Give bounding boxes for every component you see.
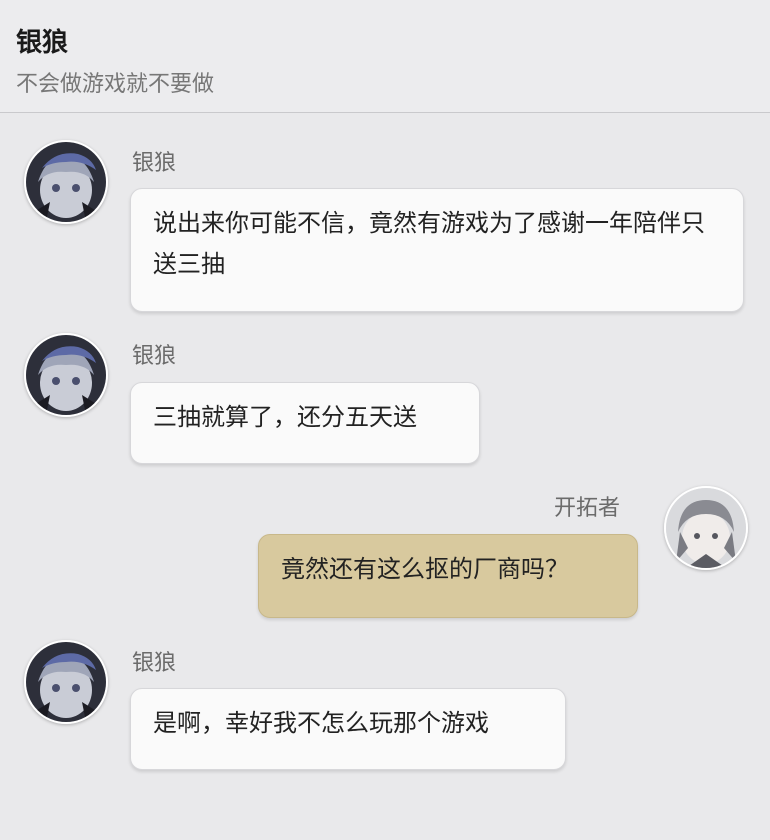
message-sender: 开拓者 (554, 496, 621, 521)
message-sender: 银狼 (132, 651, 177, 676)
silver-wolf-avatar-icon[interactable] (24, 333, 108, 417)
message-bubble[interactable]: 说出来你可能不信，竟然有游戏为了感谢一年陪伴只送三抽 (130, 188, 744, 312)
message-bubble[interactable]: 三抽就算了，还分五天送 (130, 382, 480, 464)
silver-wolf-avatar-icon[interactable] (24, 640, 108, 724)
message-sender: 银狼 (132, 344, 177, 369)
chat-header: 银狼 不会做游戏就不要做 (0, 0, 770, 113)
chat-subtitle: 不会做游戏就不要做 (16, 72, 215, 97)
chat-title: 银狼 (16, 28, 69, 58)
message-bubble[interactable]: 竟然还有这么抠的厂商吗？ (258, 534, 638, 618)
trailblazer-avatar-icon[interactable] (664, 486, 748, 570)
message-bubble[interactable]: 是啊，幸好我不怎么玩那个游戏 (130, 688, 566, 770)
silver-wolf-avatar-icon[interactable] (24, 140, 108, 224)
message-sender: 银狼 (132, 151, 177, 176)
